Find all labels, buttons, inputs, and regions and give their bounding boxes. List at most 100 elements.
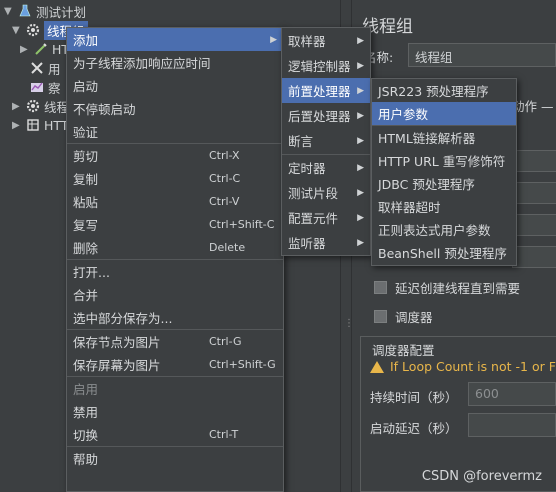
menu-item-label: 断言: [288, 134, 314, 149]
checkbox-box[interactable]: [374, 310, 387, 323]
menu-item-html-link-parser[interactable]: HTML链接解析器: [372, 126, 516, 149]
expand-arrow-icon[interactable]: ▶: [12, 101, 22, 112]
rampup-field[interactable]: [512, 214, 556, 236]
action-field[interactable]: [512, 150, 556, 172]
checkbox-label: 调度器: [395, 310, 433, 325]
checkbox-label: 延迟创建线程直到需要: [395, 281, 521, 296]
menu-item-user-parameters[interactable]: 用户参数: [372, 102, 516, 125]
menu-item-label: JSR223 预处理程序: [378, 84, 489, 99]
expand-arrow-icon[interactable]: ▼: [12, 25, 22, 36]
menu-item-label: 启动: [73, 79, 99, 94]
menu-item-jsr223-preprocessor[interactable]: JSR223 预处理程序: [372, 79, 516, 102]
menu-item-disable[interactable]: 禁用: [67, 400, 283, 423]
tree-node-http[interactable]: ▶ HTT: [12, 116, 68, 134]
menu-item-save-screen-image[interactable]: 保存屏幕为图片 Ctrl+Shift-G: [67, 353, 283, 376]
menu-item-duplicate[interactable]: 复写 Ctrl+Shift-C: [67, 213, 283, 236]
menu-item-logic-controller[interactable]: 逻辑控制器 ▶: [282, 53, 370, 78]
menu-item-cut[interactable]: 剪切 Ctrl-X: [67, 144, 283, 167]
menu-item-label: 用户参数: [378, 107, 429, 122]
context-menu: 添加 ▶ 为子线程添加响应应时间 启动 不停顿启动 验证 剪切 Ctrl-X 复制 C…: [66, 27, 284, 492]
submenu-arrow-icon: ▶: [357, 162, 364, 173]
menu-item-label: 合并: [73, 288, 99, 303]
warning-text: If Loop Count is not -1 or Fore: [390, 359, 556, 374]
menu-item-label: 监听器: [288, 236, 326, 251]
menu-item-label: 测试片段: [288, 186, 339, 201]
menu-item-label: 复制: [73, 172, 99, 187]
submenu-arrow-icon: ▶: [357, 135, 364, 146]
menu-item-label: 启用: [73, 382, 99, 397]
menu-item-label: 保存屏幕为图片: [73, 358, 161, 373]
menu-item-label: 取样器超时: [378, 200, 441, 215]
startup-delay-field[interactable]: [468, 413, 556, 437]
loop-field[interactable]: [512, 246, 556, 268]
menu-item-paste[interactable]: 粘贴 Ctrl-V: [67, 190, 283, 213]
submenu-arrow-icon: ▶: [357, 35, 364, 46]
menu-item-assertion[interactable]: 断言 ▶: [282, 128, 370, 153]
expand-arrow-icon[interactable]: ▶: [12, 120, 22, 131]
add-submenu: 取样器 ▶ 逻辑控制器 ▶ 前置处理器 ▶ 后置处理器 ▶ 断言 ▶ 定时器 ▶ 测试片段 ▶…: [281, 27, 371, 256]
menu-item-timer[interactable]: 定时器 ▶: [282, 155, 370, 180]
tree-node-http-sampler[interactable]: ▶ HT: [20, 40, 69, 58]
menu-item-label: HTML链接解析器: [378, 131, 476, 146]
menu-item-add-think-time[interactable]: 为子线程添加响应应时间: [67, 51, 283, 74]
tree-node-label: 察: [48, 80, 61, 96]
tree-node-user-params[interactable]: 用: [30, 59, 61, 77]
menu-item-label: 定时器: [288, 161, 326, 176]
delay-thread-checkbox[interactable]: 延迟创建线程直到需要: [374, 278, 520, 297]
sampler-icon: [35, 43, 47, 55]
menu-item-post-processor[interactable]: 后置处理器 ▶: [282, 103, 370, 128]
menu-item-copy[interactable]: 复制 Ctrl-C: [67, 167, 283, 190]
menu-item-test-fragment[interactable]: 测试片段 ▶: [282, 180, 370, 205]
menu-item-sampler-timeout[interactable]: 取样器超时: [372, 195, 516, 218]
name-field[interactable]: 线程组: [408, 43, 556, 67]
tree-node-thread-group-2[interactable]: ▶ 线程: [12, 97, 69, 115]
checkbox-box[interactable]: [374, 281, 387, 294]
menu-item-start-no-pause[interactable]: 不停顿启动: [67, 97, 283, 120]
menu-item-save-node-image[interactable]: 保存节点为图片 Ctrl-G: [67, 330, 283, 353]
tree-node-label: HTT: [44, 117, 69, 133]
startup-delay-label: 启动延迟（秒）: [370, 421, 458, 436]
menu-item-listener[interactable]: 监听器 ▶: [282, 230, 370, 255]
menu-item-help[interactable]: 帮助: [67, 447, 283, 470]
menu-item-config-element[interactable]: 配置元件 ▶: [282, 205, 370, 230]
menu-item-label: 后置处理器: [288, 109, 351, 124]
menu-item-jdbc-preprocessor[interactable]: JDBC 预处理程序: [372, 172, 516, 195]
menu-item-open[interactable]: 打开...: [67, 260, 283, 283]
tree-node-listener[interactable]: 察: [30, 78, 61, 96]
menu-item-toggle[interactable]: 切换 Ctrl-T: [67, 423, 283, 446]
menu-item-label: 打开...: [73, 265, 110, 280]
menu-item-regex-user-params[interactable]: 正则表达式用户参数: [372, 218, 516, 241]
menu-item-label: 禁用: [73, 405, 99, 420]
menu-item-http-url-rewrite[interactable]: HTTP URL 重写修饰符: [372, 149, 516, 172]
box-icon: [27, 119, 39, 131]
graph-icon: [31, 82, 43, 92]
menu-item-label: 剪切: [73, 149, 99, 164]
expand-arrow-icon[interactable]: ▼: [4, 6, 14, 17]
menu-shortcut: Ctrl-G: [209, 335, 242, 348]
menu-item-label: 切换: [73, 428, 99, 443]
menu-shortcut: Ctrl+Shift-C: [209, 218, 275, 231]
menu-item-label: JDBC 预处理程序: [378, 177, 475, 192]
tools-icon: [31, 62, 43, 74]
tree-node-label: 用: [48, 61, 61, 77]
menu-item-pre-processor[interactable]: 前置处理器 ▶: [282, 78, 370, 103]
menu-item-validate[interactable]: 验证: [67, 120, 283, 143]
submenu-arrow-icon: ▶: [357, 60, 364, 71]
expand-arrow-icon[interactable]: ▶: [20, 44, 30, 55]
menu-item-sampler[interactable]: 取样器 ▶: [282, 28, 370, 53]
submenu-arrow-icon: ▶: [357, 187, 364, 198]
gear-icon: [26, 23, 40, 37]
flask-icon: [19, 4, 31, 17]
menu-item-save-selection[interactable]: 选中部分保存为...: [67, 306, 283, 329]
menu-item-add[interactable]: 添加 ▶: [67, 28, 283, 51]
duration-field[interactable]: 600: [468, 382, 556, 406]
menu-shortcut: Ctrl-T: [209, 428, 239, 441]
tree-node-test-plan[interactable]: ▼ 测试计划: [4, 2, 86, 20]
menu-item-start[interactable]: 启动: [67, 74, 283, 97]
threads-field[interactable]: [512, 182, 556, 204]
menu-item-merge[interactable]: 合并: [67, 283, 283, 306]
menu-item-delete[interactable]: 删除 Delete: [67, 236, 283, 259]
gear-icon: [26, 99, 40, 113]
menu-item-beanshell-preprocessor[interactable]: BeanShell 预处理程序: [372, 241, 516, 264]
scheduler-checkbox[interactable]: 调度器: [374, 307, 433, 326]
